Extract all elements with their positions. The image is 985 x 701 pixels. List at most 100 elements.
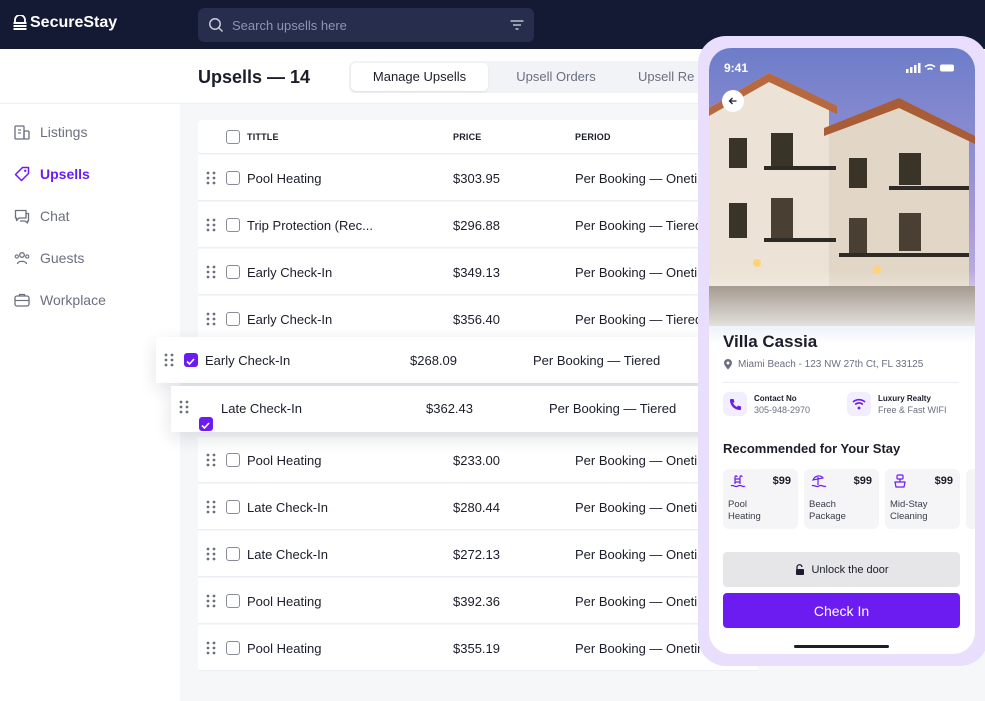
villa-address: Miami Beach - 123 NW 27th Ct, FL 33125 [723,359,923,370]
drag-handle-icon[interactable] [206,453,216,467]
tab-manage-upsells[interactable]: Manage Upsells [351,63,488,91]
row-period: Per Booking — Onetin [575,265,705,280]
table-row[interactable]: Late Check-In $272.13 Per Booking — Onetin [198,531,758,577]
row-title: Pool Heating [247,453,322,468]
sidebar-item-guests[interactable]: Guests [13,249,84,267]
row-checkbox[interactable] [184,353,198,367]
sidebar: Listings Upsells Chat Guests Workplace [0,104,180,701]
row-checkbox[interactable] [226,218,240,232]
row-period: Per Booking — Onetin [575,594,705,609]
dragged-row[interactable]: Late Check-In $362.43 Per Booking — Tier… [171,386,731,432]
row-title: Pool Heating [247,171,322,186]
contact-title: Contact No [754,393,797,403]
drag-handle-icon[interactable] [206,641,216,655]
wifi-subtitle: Free & Fast WIFI [878,404,947,415]
cleaning-icon [894,474,906,488]
table-header: TITTLE PRICE PERIOD [198,120,758,154]
row-checkbox[interactable] [226,500,240,514]
dragged-row[interactable]: Early Check-In $268.09 Per Booking — Tie… [156,337,716,383]
sidebar-item-upsells[interactable]: Upsells [13,165,90,183]
drag-handle-icon[interactable] [206,547,216,561]
table-row[interactable]: Late Check-In $280.44 Per Booking — Onetin [198,484,758,530]
checkmark-icon [186,358,195,366]
row-checkbox[interactable] [199,417,213,431]
back-button[interactable] [722,90,744,112]
table-row[interactable]: Early Check-In $356.40 Per Booking — Tiere… [198,296,758,342]
search-bar[interactable]: Search upsells here [198,8,534,42]
row-period: Per Booking — Onetin [575,500,705,515]
tab-upsell-orders[interactable]: Upsell Orders [488,63,624,91]
drag-handle-icon[interactable] [206,500,216,514]
column-price: PRICE [453,132,482,142]
sidebar-item-label: Upsells [40,166,90,182]
row-checkbox[interactable] [226,312,240,326]
row-checkbox[interactable] [226,171,240,185]
row-title: Early Check-In [247,312,333,327]
select-all-checkbox[interactable] [226,130,240,144]
sidebar-item-label: Workplace [40,292,106,308]
brand-name: SecureStay [30,14,118,31]
row-price: $296.88 [453,218,500,233]
row-title: Pool Heating [247,594,322,609]
beach-icon [811,475,827,488]
tab-upsell-reports[interactable]: Upsell Re [624,63,708,91]
unlock-icon [796,563,805,575]
recommended-name: Mid-Stay Cleaning [890,499,928,522]
filter-icon[interactable] [510,19,524,31]
row-period: Per Booking — Onetin [575,547,705,562]
table-row[interactable]: Trip Protection (Rec... $296.88 Per Bookin… [198,202,758,248]
sidebar-item-chat[interactable]: Chat [13,207,70,225]
lock-logo-icon [13,15,27,30]
row-price: $233.00 [453,453,500,468]
users-icon [14,252,30,265]
phone-icon [723,392,747,416]
sidebar-item-label: Chat [40,208,70,224]
drag-handle-icon[interactable] [179,400,189,414]
row-checkbox[interactable] [226,265,240,279]
table-row[interactable]: Pool Heating $303.95 Per Booking — Onetin [198,155,758,201]
check-in-button[interactable]: Check In [723,593,960,628]
unlock-door-button[interactable]: Unlock the door [723,552,960,587]
recommended-card[interactable]: $99 Pool Heating [723,469,798,529]
row-title: Early Check-In [205,353,291,368]
row-checkbox[interactable] [226,594,240,608]
signal-wifi-battery-icon [906,63,954,73]
wifi-icon [847,392,871,416]
wifi-info[interactable]: Luxury Realty Free & Fast WIFI [847,392,947,416]
recommended-card[interactable]: $99 Mid-Stay Cleaning [885,469,960,529]
drag-handle-icon[interactable] [206,312,216,326]
drag-handle-icon[interactable] [206,265,216,279]
villa-title: Villa Cassia [723,332,818,351]
recommended-card[interactable]: $99 Beach Package [804,469,879,529]
recommended-price: $99 [934,475,953,487]
row-checkbox[interactable] [226,641,240,655]
recommended-card-partial[interactable] [966,469,975,529]
recommended-price: $99 [772,475,791,487]
row-checkbox[interactable] [226,453,240,467]
row-period: Per Booking — Onetin [575,171,705,186]
table-row[interactable]: Early Check-In $349.13 Per Booking — Oneti… [198,249,758,295]
contact-info[interactable]: Contact No 305-948-2970 [723,392,810,416]
drag-handle-icon[interactable] [206,218,216,232]
drag-handle-icon[interactable] [206,594,216,608]
row-price: $349.13 [453,265,500,280]
phone-screen: 9:41 Villa Cassia Miami Beach - 123 NW 2… [709,48,975,654]
contact-number: 305-948-2970 [754,404,811,415]
drag-handle-icon[interactable] [206,171,216,185]
sidebar-item-workplace[interactable]: Workplace [13,291,106,309]
row-period: Per Booking — Tiered [575,218,703,233]
row-period: Per Booking — Onetin [575,453,705,468]
table-row[interactable]: Pool Heating $392.36 Per Booking — Onetin [198,578,758,624]
recommended-price: $99 [853,475,872,487]
brand-logo[interactable]: SecureStay [13,14,117,32]
table-row[interactable]: Pool Heating $233.00 Per Booking — Onetin [198,437,758,483]
row-checkbox[interactable] [226,547,240,561]
app-area: Upsells — 14 Manage Upsells Upsell Order… [0,36,985,701]
wifi-title: Luxury Realty [878,393,931,403]
sidebar-item-listings[interactable]: Listings [13,123,87,141]
drag-handle-icon[interactable] [164,353,174,367]
row-title: Trip Protection (Rec... [247,218,373,233]
row-title: Late Check-In [221,401,302,416]
table-row[interactable]: Pool Heating $355.19 Per Booking — Onetin [198,625,758,671]
search-input[interactable]: Search upsells here [232,18,510,33]
